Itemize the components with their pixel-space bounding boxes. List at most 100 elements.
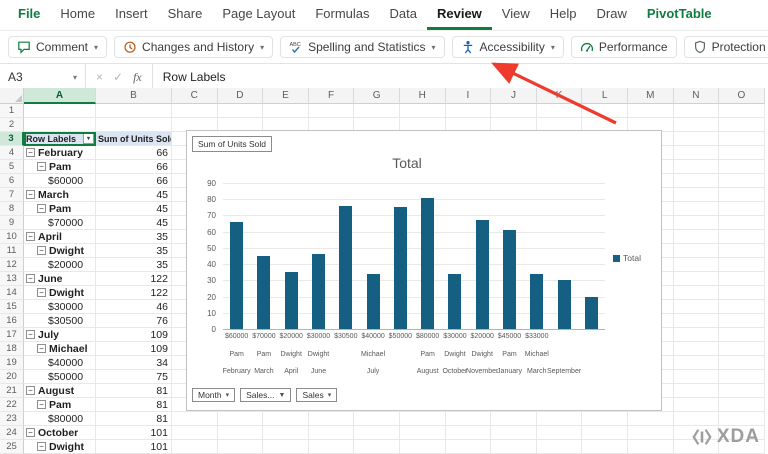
cell-K25[interactable] (536, 440, 583, 454)
cell-A17[interactable]: − July (24, 328, 96, 342)
row-header-22[interactable]: 22 (0, 398, 24, 412)
cell-B16[interactable]: 76 (96, 314, 172, 328)
cell-N18[interactable] (673, 342, 720, 356)
cell-N19[interactable] (673, 356, 720, 370)
cell-D1[interactable] (217, 104, 264, 118)
cell-E25[interactable] (263, 440, 309, 454)
chart-bar-8[interactable] (421, 197, 435, 329)
menu-tab-formulas[interactable]: Formulas (305, 0, 379, 30)
comment-button[interactable]: Comment ▾ (8, 36, 108, 58)
cell-N16[interactable] (673, 314, 720, 328)
column-header-D[interactable]: D (217, 88, 264, 104)
cell-E24[interactable] (263, 426, 309, 440)
menu-tab-data[interactable]: Data (380, 0, 427, 30)
row-header-3[interactable]: 3 (0, 132, 24, 146)
collapse-toggle-icon[interactable]: − (37, 288, 46, 297)
cell-M24[interactable] (627, 426, 674, 440)
cell-N21[interactable] (673, 384, 720, 398)
select-all-corner[interactable] (0, 88, 24, 104)
cell-O1[interactable] (719, 104, 765, 118)
column-header-E[interactable]: E (263, 88, 309, 104)
row-header-25[interactable]: 25 (0, 440, 24, 454)
cell-A2[interactable] (24, 118, 96, 132)
protection-button[interactable]: Protection▾ (683, 36, 768, 58)
cell-N23[interactable] (673, 412, 720, 426)
menu-tab-pivottable[interactable]: PivotTable (637, 0, 722, 30)
cell-K23[interactable] (536, 412, 583, 426)
row-header-8[interactable]: 8 (0, 202, 24, 216)
cell-G1[interactable] (354, 104, 400, 118)
menu-tab-page-layout[interactable]: Page Layout (212, 0, 305, 30)
cell-L24[interactable] (582, 426, 628, 440)
cell-A23[interactable]: $80000 (24, 412, 96, 426)
cell-A3[interactable]: Row Labels ▾ (24, 132, 96, 146)
cell-E23[interactable] (263, 412, 309, 426)
cell-O2[interactable] (719, 118, 765, 132)
cell-C24[interactable] (172, 426, 218, 440)
cell-I25[interactable] (445, 440, 492, 454)
cell-K1[interactable] (536, 104, 583, 118)
cell-H1[interactable] (399, 104, 446, 118)
row-header-14[interactable]: 14 (0, 286, 24, 300)
cell-A25[interactable]: − Dwight (24, 440, 96, 454)
collapse-toggle-icon[interactable]: − (26, 148, 35, 157)
cell-D25[interactable] (217, 440, 264, 454)
cell-A1[interactable] (24, 104, 96, 118)
cell-A21[interactable]: − August (24, 384, 96, 398)
menu-tab-review[interactable]: Review (426, 0, 492, 30)
cell-N12[interactable] (673, 258, 720, 272)
chart-bar-7[interactable] (393, 207, 407, 329)
cell-N5[interactable] (673, 160, 720, 174)
menu-tab-home[interactable]: Home (50, 0, 105, 30)
menu-tab-insert[interactable]: Insert (105, 0, 158, 30)
collapse-toggle-icon[interactable]: − (26, 274, 35, 283)
cell-O13[interactable] (719, 272, 765, 286)
cell-N8[interactable] (673, 202, 720, 216)
chart-field-button-sales[interactable]: Sales... ▼ (240, 388, 292, 402)
collapse-toggle-icon[interactable]: − (37, 246, 46, 255)
cell-O18[interactable] (719, 342, 765, 356)
cell-O20[interactable] (719, 370, 765, 384)
cell-B13[interactable]: 122 (96, 272, 172, 286)
cell-O5[interactable] (719, 160, 765, 174)
cell-B4[interactable]: 66 (96, 146, 172, 160)
cell-D24[interactable] (217, 426, 264, 440)
cell-B12[interactable]: 35 (96, 258, 172, 272)
chart-bar-9[interactable] (448, 273, 462, 329)
cell-O19[interactable] (719, 356, 765, 370)
cell-O16[interactable] (719, 314, 765, 328)
row-labels-filter-icon[interactable]: ▾ (83, 133, 94, 144)
cell-C1[interactable] (172, 104, 218, 118)
cell-O8[interactable] (719, 202, 765, 216)
cell-D23[interactable] (217, 412, 264, 426)
history-button[interactable]: Changes and History ▾ (114, 36, 274, 58)
cell-J1[interactable] (491, 104, 537, 118)
column-header-O[interactable]: O (719, 88, 765, 104)
chart-field-button-month[interactable]: Month ▾ (192, 388, 236, 402)
menu-tab-file[interactable]: File (8, 0, 50, 30)
cell-B9[interactable]: 45 (96, 216, 172, 230)
cell-O14[interactable] (719, 286, 765, 300)
cell-J25[interactable] (491, 440, 537, 454)
accessibility-button[interactable]: Accessibility ▾ (451, 36, 564, 58)
row-header-5[interactable]: 5 (0, 160, 24, 174)
cell-B2[interactable] (96, 118, 172, 132)
chart-bar-4[interactable] (312, 254, 325, 329)
cell-A19[interactable]: $40000 (24, 356, 96, 370)
cell-N9[interactable] (673, 216, 720, 230)
cell-N4[interactable] (673, 146, 720, 160)
cell-N7[interactable] (673, 188, 720, 202)
collapse-toggle-icon[interactable]: − (37, 400, 46, 409)
cell-A22[interactable]: − Pam (24, 398, 96, 412)
row-header-20[interactable]: 20 (0, 370, 24, 384)
cell-M23[interactable] (627, 412, 674, 426)
cell-A6[interactable]: $60000 (24, 174, 96, 188)
cell-F1[interactable] (308, 104, 355, 118)
cell-B22[interactable]: 81 (96, 398, 172, 412)
column-header-C[interactable]: C (172, 88, 218, 104)
row-header-4[interactable]: 4 (0, 146, 24, 160)
cell-O15[interactable] (719, 300, 765, 314)
cell-B11[interactable]: 35 (96, 244, 172, 258)
chart-bar-6[interactable] (366, 273, 380, 329)
cell-B15[interactable]: 46 (96, 300, 172, 314)
